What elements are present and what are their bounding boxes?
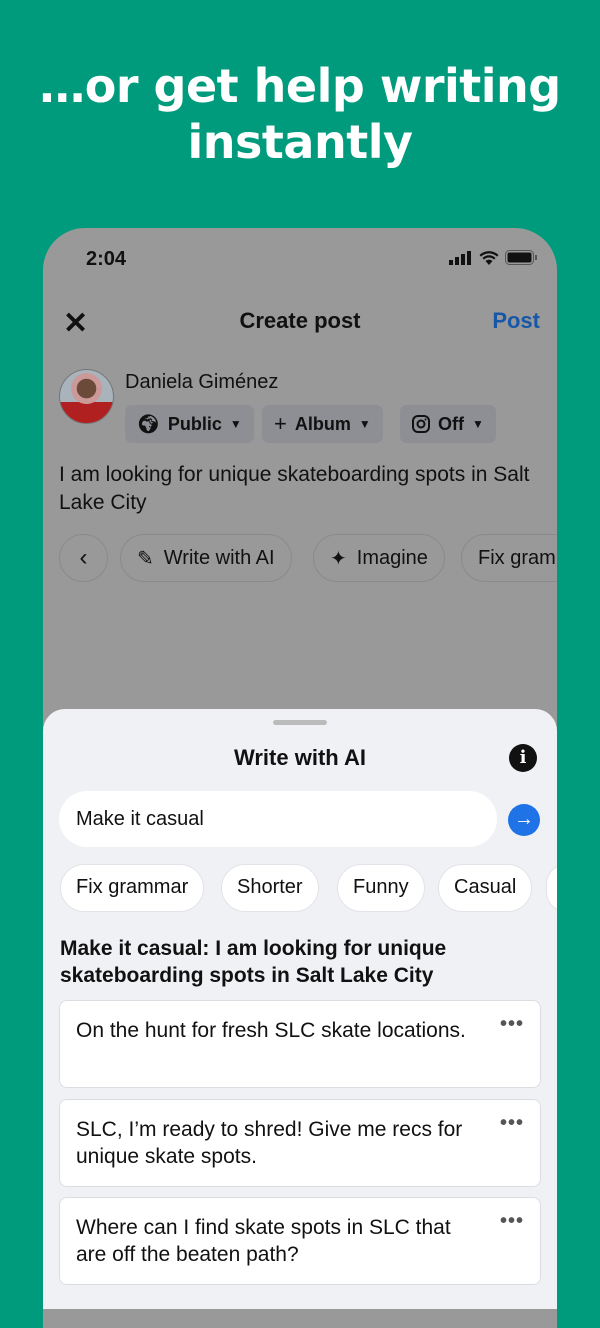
album-label: Album xyxy=(294,413,351,434)
arrow-right-icon: → xyxy=(514,808,534,830)
back-button[interactable]: ‹ xyxy=(59,534,108,582)
sparkles-icon: ✦ xyxy=(330,547,347,570)
page-title: Create post xyxy=(239,308,361,333)
wifi-icon xyxy=(479,251,499,265)
post-text[interactable]: I am looking for unique skateboarding sp… xyxy=(59,461,549,517)
result-text: SLC, I’m ready to shred! Give me recs fo… xyxy=(76,1118,463,1168)
suggestion-chip[interactable]: Funny xyxy=(337,864,425,912)
sheet-handle[interactable] xyxy=(273,720,327,725)
more-icon[interactable]: ••• xyxy=(500,1208,524,1235)
more-icon[interactable]: ••• xyxy=(500,1110,524,1137)
result-text: On the hunt for fresh SLC skate location… xyxy=(76,1019,466,1042)
chip-label: Imagine xyxy=(356,546,428,569)
caret-down-icon: ▼ xyxy=(358,417,371,431)
caret-down-icon: ▼ xyxy=(472,417,484,431)
status-time: 2:04 xyxy=(86,248,127,270)
signal-icon xyxy=(449,250,471,265)
post-button[interactable]: Post xyxy=(492,308,540,334)
chip-label: Fix grammar xyxy=(478,546,557,569)
chevron-left-icon: ‹ xyxy=(79,544,88,571)
status-icons xyxy=(449,250,537,265)
instagram-share-button[interactable]: Off ▼ xyxy=(400,405,496,443)
caret-down-icon: ▼ xyxy=(229,417,242,431)
avatar xyxy=(59,369,114,424)
result-card[interactable]: Where can I find skate spots in SLC that… xyxy=(59,1197,541,1285)
write-with-ai-chip[interactable]: ✎ Write with AI xyxy=(120,534,292,582)
suggestion-chip[interactable]: Fix grammar xyxy=(60,864,205,912)
instagram-label: Off xyxy=(438,413,464,434)
globe-icon: 🌍︎ xyxy=(137,413,160,434)
suggestion-chip[interactable]: Casual xyxy=(438,864,533,912)
write-with-ai-sheet: Write with AI i Make it casual → Fix gra… xyxy=(43,709,557,1309)
more-icon[interactable]: ••• xyxy=(500,1011,524,1038)
pencil-icon: ✎ xyxy=(137,547,154,570)
sheet-title: Write with AI xyxy=(234,745,366,770)
send-button[interactable]: → xyxy=(508,804,540,836)
result-card[interactable]: On the hunt for fresh SLC skate location… xyxy=(59,1000,541,1088)
author-name: Daniela Giménez xyxy=(125,371,279,393)
prompt-input[interactable]: Make it casual xyxy=(59,791,497,847)
battery-icon xyxy=(505,250,537,265)
suggestion-chip-more[interactable] xyxy=(546,864,557,912)
imagine-chip[interactable]: ✦ Imagine xyxy=(313,534,445,582)
result-heading: Make it casual: I am looking for unique … xyxy=(60,937,447,987)
info-icon[interactable]: i xyxy=(509,744,537,772)
chip-label: Write with AI xyxy=(163,546,275,569)
fix-grammar-chip[interactable]: Fix grammar xyxy=(461,534,557,582)
suggestion-chip[interactable]: Shorter xyxy=(221,864,319,912)
result-card[interactable]: SLC, I’m ready to shred! Give me recs fo… xyxy=(59,1099,541,1187)
audience-label: Public xyxy=(167,413,222,434)
instagram-icon xyxy=(412,415,430,433)
album-button[interactable]: + Album ▼ xyxy=(262,405,383,443)
headline: …or get help writing instantly xyxy=(39,59,561,169)
result-text: Where can I find skate spots in SLC that… xyxy=(76,1216,451,1266)
plus-icon: + xyxy=(274,411,287,436)
audience-public-button[interactable]: 🌍︎ Public ▼ xyxy=(125,405,254,443)
